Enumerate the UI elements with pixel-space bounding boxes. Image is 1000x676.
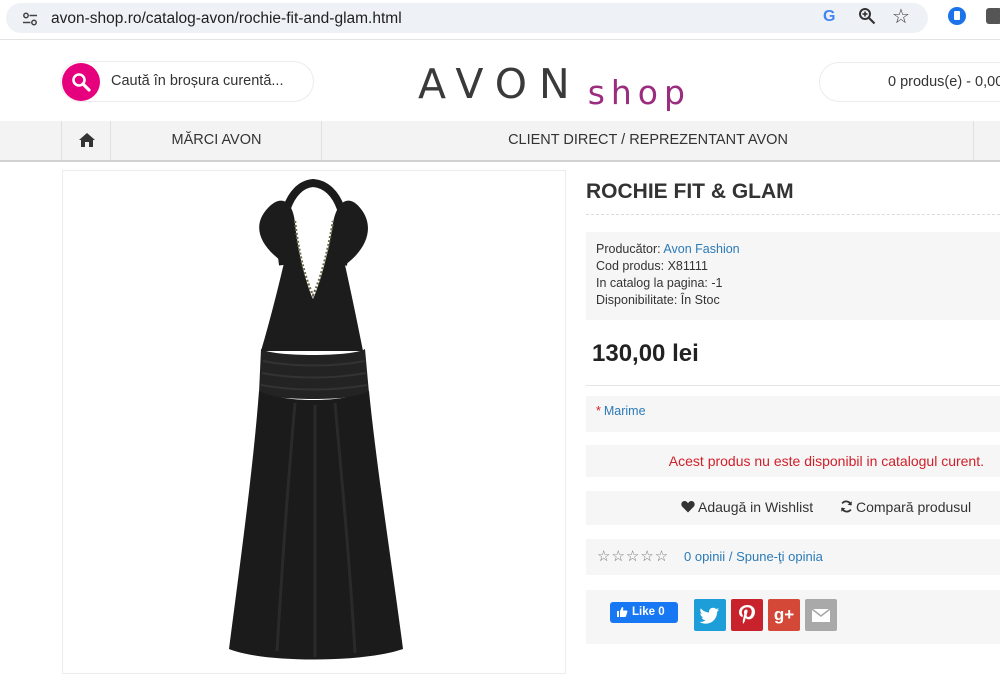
main-nav: MĂRCI AVON CLIENT DIRECT / REPREZENTANT …: [0, 121, 1000, 162]
home-icon: [79, 133, 95, 147]
divider: [586, 214, 1000, 215]
product-image[interactable]: [62, 170, 566, 674]
availability-label: Disponibilitate:: [596, 293, 678, 307]
divider: [586, 385, 1000, 386]
reviews-box: ☆☆☆☆☆ 0 opinii / Spune-ţi opinia: [586, 539, 1000, 575]
availability-row: Disponibilitate: În Stoc: [596, 292, 990, 309]
alert-text: Acest produs nu este disponibil in catal…: [668, 453, 984, 469]
heart-icon: [681, 501, 695, 513]
cart-button[interactable]: 0 produs(e) - 0,00: [819, 62, 1000, 102]
nav-item-marci-avon[interactable]: MĂRCI AVON: [112, 121, 322, 160]
code-value: X81111: [667, 259, 708, 273]
nav-item-client-direct[interactable]: CLIENT DIRECT / REPREZENTANT AVON: [323, 121, 974, 160]
compare-button[interactable]: Compară produsul: [840, 499, 971, 515]
code-row: Cod produs: X81111: [596, 258, 990, 275]
code-label: Cod produs:: [596, 259, 665, 273]
catalog-row: In catalog la pagina: -1: [596, 275, 990, 292]
logo-avon-text: AVON: [418, 60, 582, 108]
dress-illustration: [229, 178, 403, 660]
producer-row: Producător: Avon Fashion: [596, 241, 990, 258]
google-lens-icon[interactable]: G: [823, 8, 835, 26]
write-review-link[interactable]: Spune-ţi opinia: [736, 549, 823, 564]
nav-home[interactable]: [61, 121, 111, 160]
pinterest-icon: [739, 605, 755, 624]
compare-label: Compară produsul: [856, 499, 972, 515]
google-plus-icon: g+: [773, 605, 795, 624]
cart-summary[interactable]: 0 produs(e) - 0,00: [888, 74, 1000, 90]
share-box: Like 0 g+: [586, 590, 1000, 644]
zoom-icon[interactable]: [858, 7, 876, 25]
product-info-box: Producător: Avon Fashion Cod produs: X81…: [586, 232, 1000, 320]
email-share-button[interactable]: [805, 599, 837, 631]
pinterest-share-button[interactable]: [731, 599, 763, 631]
email-icon: [811, 608, 831, 622]
product-price: 130,00 lei: [592, 340, 699, 367]
reviews-separator: /: [728, 549, 733, 564]
url-text[interactable]: avon-shop.ro/catalog-avon/rochie-fit-and…: [51, 10, 402, 28]
size-option[interactable]: * Marime: [586, 396, 1000, 432]
wishlist-button[interactable]: Adaugă in Wishlist: [681, 499, 813, 515]
search-input[interactable]: Caută în broșura curentă...: [111, 73, 284, 89]
catalog-label: In catalog la pagina:: [596, 276, 708, 290]
catalog-value: -1: [711, 276, 723, 290]
search-box[interactable]: Caută în broșura curentă...: [60, 61, 314, 102]
product-title: ROCHIE FIT & GLAM: [586, 180, 794, 203]
product-actions: Adaugă in Wishlist Compară produsul: [586, 491, 1000, 525]
avon-shop-logo[interactable]: AVON shop: [418, 60, 691, 112]
twitter-share-button[interactable]: [694, 599, 726, 631]
google-plus-share-button[interactable]: g+: [768, 599, 800, 631]
bookmark-star-icon[interactable]: ☆: [892, 4, 910, 29]
address-bar[interactable]: avon-shop.ro/catalog-avon/rochie-fit-and…: [6, 3, 928, 33]
reviews-links: 0 opinii / Spune-ţi opinia: [684, 549, 823, 564]
rating-stars-icon: ☆☆☆☆☆: [597, 548, 670, 565]
facebook-like-button[interactable]: Like 0: [610, 602, 678, 623]
search-button[interactable]: [62, 63, 100, 101]
site-settings-icon[interactable]: [22, 12, 38, 26]
refresh-icon: [841, 500, 852, 513]
thumbs-up-icon: [617, 607, 628, 617]
facebook-like-label: Like 0: [632, 606, 665, 618]
size-label[interactable]: Marime: [604, 404, 646, 418]
logo-shop-text: shop: [587, 73, 691, 112]
browser-toolbar: avon-shop.ro/catalog-avon/rochie-fit-and…: [0, 0, 1000, 40]
twitter-icon: [699, 607, 719, 624]
producer-link[interactable]: Avon Fashion: [663, 242, 739, 256]
availability-alert: Acest produs nu este disponibil in catal…: [586, 445, 1000, 477]
required-mark: *: [596, 404, 601, 418]
extension-icon[interactable]: [986, 8, 1000, 24]
reviews-count-link[interactable]: 0 opinii: [684, 549, 725, 564]
producer-label: Producător:: [596, 242, 661, 256]
search-icon: [72, 73, 91, 92]
extension-bookmark-icon[interactable]: [948, 7, 966, 25]
availability-value: În Stoc: [680, 293, 720, 307]
wishlist-label: Adaugă in Wishlist: [698, 499, 814, 515]
